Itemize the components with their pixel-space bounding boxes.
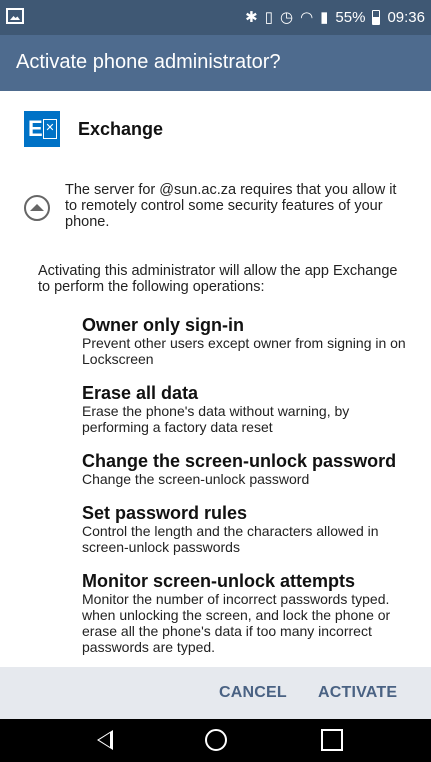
operation-title: Erase all data [82, 383, 199, 403]
intro-text: Activating this administrator will allow… [38, 263, 398, 295]
operation-item: Monitor screen-unlock attempts Monitor t… [82, 571, 412, 655]
operation-item: Erase all data Erase the phone's data wi… [82, 383, 412, 435]
operation-title: Change the screen-unlock password [82, 451, 397, 471]
vibrate-icon: ▯ [264, 9, 273, 26]
operation-item: Owner only sign-in Prevent other users e… [82, 315, 412, 367]
status-bar: ✱ ▯ ◷ ◠ ▮ 55% 09:36 [0, 0, 431, 35]
dialog-title: Activate phone administrator? [16, 51, 281, 73]
operation-title: Monitor screen-unlock attempts [82, 571, 356, 591]
cancel-button[interactable]: CANCEL [219, 667, 287, 719]
collapse-chevron-icon[interactable] [24, 195, 50, 221]
operation-item: Change the screen-unlock password Change… [82, 451, 412, 487]
dialog-content[interactable]: E Exchange The server for @sun.ac.za req… [0, 91, 431, 667]
app-name: Exchange [78, 118, 164, 139]
phone-screen: ✱ ▯ ◷ ◠ ▮ 55% 09:36 Activate phone admin… [0, 0, 431, 762]
bluetooth-icon: ✱ [245, 9, 258, 26]
alarm-icon: ◷ [279, 9, 294, 26]
clock: 09:36 [387, 9, 425, 26]
operation-description: Change the screen-unlock password [82, 471, 310, 487]
recent-apps-icon[interactable] [321, 729, 343, 751]
signal-icon: ▮ [320, 9, 329, 26]
status-icons: ✱ ▯ ◷ ◠ ▮ 55% 09:36 [245, 0, 425, 35]
home-icon[interactable] [205, 729, 227, 751]
operation-item: Set password rules Control the length an… [82, 503, 412, 555]
app-header: E Exchange [24, 111, 163, 147]
back-icon[interactable] [97, 730, 113, 750]
operation-description: Erase the phone's data without warning, … [82, 403, 350, 435]
operation-description: Control the length and the characters al… [82, 523, 379, 555]
battery-percentage: 55% [335, 9, 366, 26]
operations-list: Owner only sign-in Prevent other users e… [82, 315, 412, 671]
dialog-actions: CANCEL ACTIVATE [0, 667, 431, 719]
wifi-icon: ◠ [300, 9, 314, 26]
image-notification-icon [6, 8, 24, 24]
operation-title: Owner only sign-in [82, 315, 245, 335]
operation-description: Prevent other users except owner from si… [82, 335, 406, 367]
operation-description: Monitor the number of incorrect password… [82, 591, 391, 655]
activate-button[interactable]: ACTIVATE [318, 667, 397, 719]
server-message: The server for @sun.ac.za requires that … [65, 182, 397, 230]
navigation-bar [0, 719, 431, 762]
operation-title: Set password rules [82, 503, 248, 523]
battery-icon [372, 10, 381, 25]
dialog-title-bar: Activate phone administrator? [0, 35, 431, 91]
exchange-logo-icon: E [24, 111, 60, 147]
